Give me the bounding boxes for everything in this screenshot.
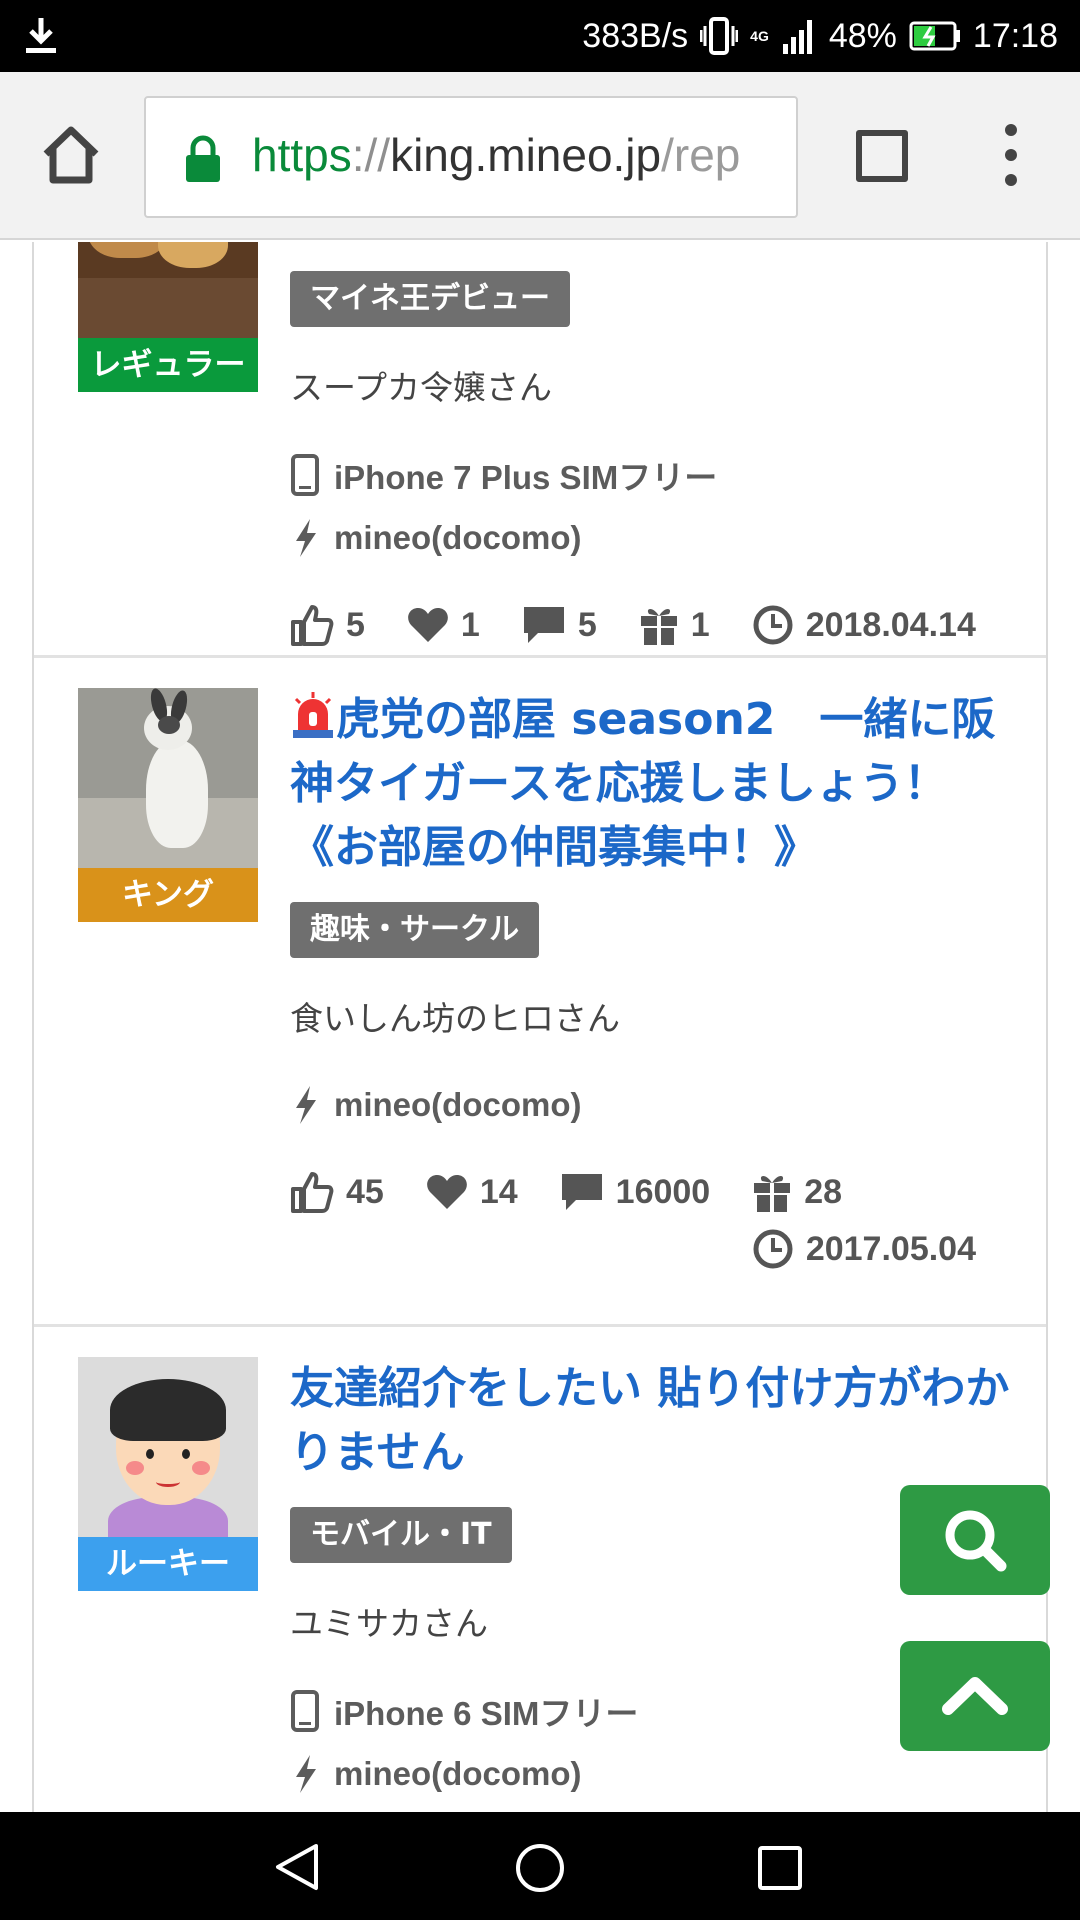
post-stats: 45 14 16000 28 2017.05.04 — [290, 1170, 1010, 1270]
comments-stat: 5 — [522, 605, 597, 645]
thumbs-up-icon — [291, 1172, 334, 1213]
post-title-link[interactable]: 虎党の部屋 season2 一緒に阪神タイガースを応援しましょう！《お部屋の仲間… — [290, 688, 1010, 880]
post-date: 2018.04.14 — [805, 605, 976, 644]
device-name: iPhone 7 Plus SIMフリー — [334, 459, 718, 496]
comments-count: 16000 — [615, 1172, 711, 1211]
post-card[interactable]: レギュラー マイネ王デビュー スープカ令嬢さん iPhone 7 Plus SI… — [34, 242, 1046, 658]
overflow-menu-icon[interactable] — [1000, 124, 1022, 190]
browser-toolbar: https://king.mineo.jp/rep — [0, 72, 1080, 240]
hearts-count: 14 — [479, 1172, 518, 1211]
likes-stat: 5 — [290, 603, 365, 647]
rank-badge: キング — [78, 868, 258, 922]
post-list: レギュラー マイネ王デビュー スープカ令嬢さん iPhone 7 Plus SI… — [32, 242, 1048, 1812]
url-text: https://king.mineo.jp/rep — [252, 128, 740, 182]
lightning-icon — [296, 519, 316, 557]
comment-icon — [561, 1174, 602, 1210]
url-path: /rep — [661, 129, 741, 181]
carrier-name: mineo(docomo) — [334, 519, 582, 556]
carrier-name: mineo(docomo) — [334, 1086, 582, 1123]
status-bar: 383B/s 4G 48% 17:18 — [0, 0, 1080, 72]
carrier-name: mineo(docomo) — [334, 1755, 582, 1792]
url-host: king.mineo.jp — [390, 129, 662, 181]
category-tag[interactable]: モバイル・IT — [290, 1507, 512, 1563]
url-bar[interactable]: https://king.mineo.jp/rep — [144, 96, 798, 218]
comments-count: 5 — [577, 605, 597, 644]
date-stat: 2018.04.14 — [752, 604, 976, 646]
comments-stat: 16000 — [560, 1172, 711, 1212]
tab-switcher-button[interactable] — [856, 130, 908, 182]
gifts-count: 1 — [690, 605, 710, 644]
battery-percent: 48% — [828, 16, 897, 55]
comment-icon — [523, 607, 564, 643]
likes-count: 5 — [346, 605, 365, 644]
download-icon — [26, 18, 56, 53]
signal-icon — [782, 20, 812, 54]
clock: 17:18 — [972, 16, 1058, 55]
recents-icon[interactable] — [756, 1844, 804, 1892]
avatar[interactable]: ルーキー — [78, 1357, 258, 1591]
rank-badge: ルーキー — [78, 1537, 258, 1591]
post-card[interactable]: ルーキー 友達紹介をしたい 貼り付け方がわかりません モバイル・IT ユミサカさ… — [34, 1327, 1046, 1812]
vibrate-icon — [700, 17, 739, 55]
heart-icon — [408, 608, 448, 642]
url-separator: :// — [351, 129, 391, 181]
hearts-stat: 1 — [407, 606, 480, 645]
carrier-line: mineo(docomo) — [290, 517, 1010, 559]
carrier-line: mineo(docomo) — [290, 1753, 1010, 1795]
avatar-image-rabbit — [78, 688, 258, 868]
device-line: iPhone 7 Plus SIMフリー — [290, 451, 1010, 499]
rank-badge: レギュラー — [78, 338, 258, 392]
url-scheme: https — [252, 129, 352, 181]
gift-icon — [754, 1176, 791, 1212]
hearts-count: 1 — [460, 605, 480, 644]
likes-stat: 45 — [290, 1170, 384, 1214]
author-name[interactable]: ユミサカさん — [290, 1597, 1010, 1645]
post-card[interactable]: キング 虎党の部屋 season2 一緒に阪神タイガースを応援しましょう！《お部… — [34, 658, 1046, 1327]
home-icon[interactable] — [40, 124, 102, 186]
search-icon — [945, 1510, 1007, 1572]
heart-icon — [426, 1175, 467, 1209]
avatar-image-boy — [78, 1357, 258, 1537]
lightning-icon — [296, 1755, 316, 1793]
avatar-image-food — [78, 242, 258, 338]
post-list-viewport[interactable]: レギュラー マイネ王デビュー スープカ令嬢さん iPhone 7 Plus SI… — [0, 242, 1080, 1812]
clock-icon — [753, 1229, 793, 1269]
lock-icon — [186, 135, 220, 182]
back-icon[interactable] — [272, 1842, 322, 1892]
network-type: 4G — [750, 28, 769, 44]
author-name[interactable]: 食いしん坊のヒロさん — [290, 992, 1010, 1040]
avatar[interactable]: キング — [78, 688, 258, 922]
gift-icon — [640, 609, 677, 645]
gifts-stat: 1 — [639, 604, 710, 646]
post-date: 2017.05.04 — [805, 1229, 976, 1268]
search-fab-button[interactable] — [900, 1485, 1050, 1595]
siren-icon — [293, 692, 333, 738]
battery-icon — [909, 21, 960, 51]
avatar[interactable]: レギュラー — [78, 242, 258, 392]
carrier-line: mineo(docomo) — [290, 1084, 1010, 1126]
post-title: 虎党の部屋 season2 一緒に阪神タイガースを応援しましょう！《お部屋の仲間… — [290, 694, 996, 873]
system-nav-bar — [0, 1812, 1080, 1920]
post-title-link[interactable]: 友達紹介をしたい 貼り付け方がわかりません — [290, 1357, 1010, 1485]
date-stat: 2017.05.04 — [290, 1228, 1010, 1270]
home-circle-icon[interactable] — [514, 1842, 566, 1894]
post-stats: 5 1 5 1 2018.04.14 — [290, 603, 1010, 647]
author-name[interactable]: スープカ令嬢さん — [290, 361, 1010, 409]
device-name: iPhone 6 SIMフリー — [334, 1695, 639, 1732]
category-tag[interactable]: 趣味・サークル — [290, 902, 540, 958]
likes-count: 45 — [346, 1172, 384, 1211]
phone-icon — [291, 1690, 319, 1732]
lightning-icon — [296, 1086, 316, 1124]
category-tag[interactable]: マイネ王デビュー — [290, 271, 570, 327]
hearts-stat: 14 — [426, 1173, 518, 1212]
phone-icon — [291, 454, 319, 496]
gifts-count: 28 — [804, 1172, 843, 1211]
scroll-to-top-button[interactable] — [900, 1641, 1050, 1751]
clock-icon — [753, 605, 793, 645]
gifts-stat: 28 — [752, 1171, 842, 1213]
net-speed: 383B/s — [582, 16, 689, 55]
thumbs-up-icon — [291, 605, 334, 646]
chevron-up-icon — [942, 1677, 1008, 1715]
